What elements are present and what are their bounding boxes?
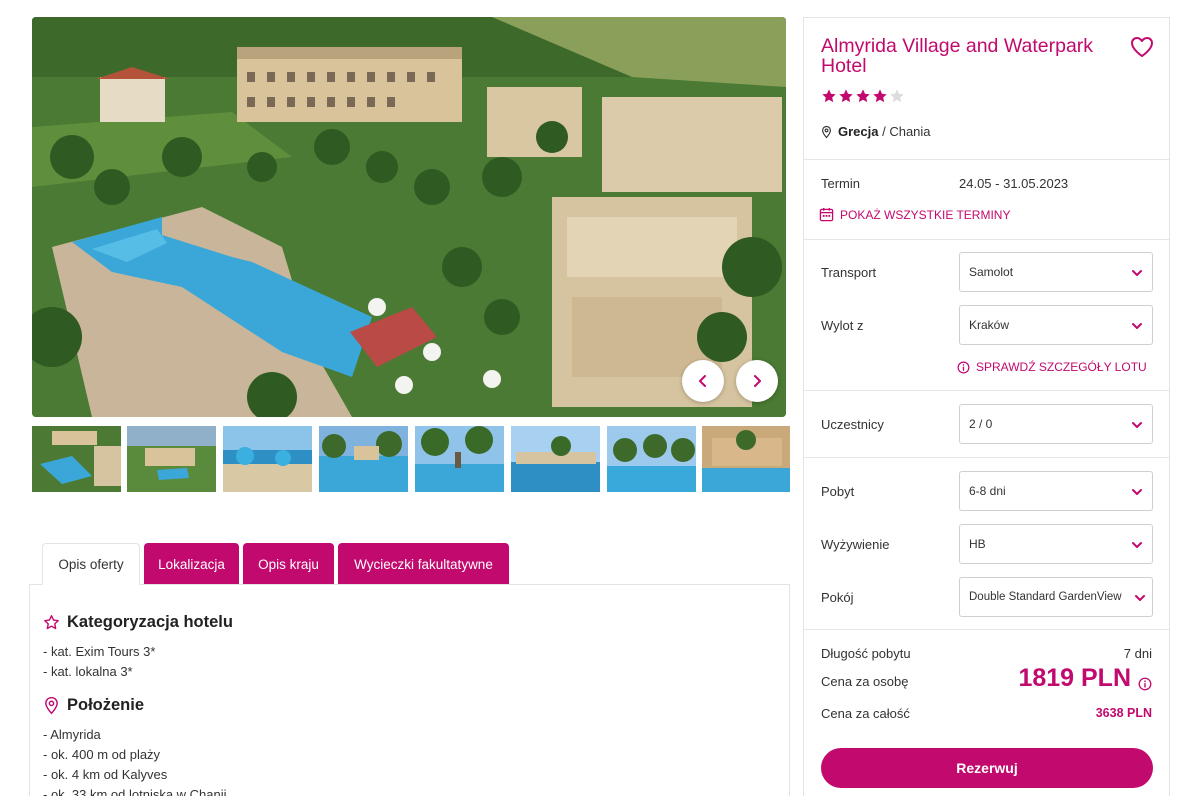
location-separator: / xyxy=(878,124,890,139)
thumbnail-strip xyxy=(32,426,790,492)
hotel-location: Grecja / Chania xyxy=(821,124,931,139)
stay-select[interactable]: 6-8 dni xyxy=(959,471,1153,511)
chevron-down-icon xyxy=(1132,323,1142,329)
thumbnail[interactable] xyxy=(415,426,504,492)
flight-details-link[interactable]: SPRAWDŹ SZCZEGÓŁY LOTU xyxy=(957,360,1147,374)
transport-select[interactable]: Samolot xyxy=(959,252,1153,292)
stay-label: Pobyt xyxy=(821,484,855,499)
star-filled-icon xyxy=(822,89,836,103)
price-per-person-value: 1819 PLN xyxy=(1018,664,1131,692)
board-select[interactable]: HB xyxy=(959,524,1153,564)
thumbnail[interactable] xyxy=(223,426,312,492)
list-item: - ok. 33 km od lotniska w Chanii xyxy=(43,787,227,796)
transport-label: Transport xyxy=(821,265,877,280)
show-all-terms-label: POKAŻ WSZYSTKIE TERMINY xyxy=(840,207,1011,222)
participants-value: 2 / 0 xyxy=(969,417,993,431)
departure-label: Wylot z xyxy=(821,318,864,333)
gallery-prev-button[interactable] xyxy=(682,360,724,402)
calendar-icon xyxy=(819,207,834,222)
tab-offer-description[interactable]: Opis oferty xyxy=(42,543,140,585)
info-icon xyxy=(957,361,970,373)
main-photo[interactable] xyxy=(32,17,786,417)
hotel-rating-stars xyxy=(821,88,905,104)
total-price-value: 3638 PLN xyxy=(1095,706,1152,720)
room-label: Pokój xyxy=(821,590,854,605)
participants-label: Uczestnicy xyxy=(821,417,884,432)
chevron-left-icon xyxy=(699,375,706,387)
gallery-next-button[interactable] xyxy=(736,360,778,402)
thumbnail[interactable] xyxy=(702,426,790,492)
divider xyxy=(804,390,1169,391)
board-value: HB xyxy=(969,537,986,551)
star-empty-icon xyxy=(890,89,904,103)
categorization-title: Kategoryzacja hotelu xyxy=(67,613,233,631)
star-filled-icon xyxy=(873,89,887,103)
thumbnail[interactable] xyxy=(511,426,600,492)
book-button[interactable]: Rezerwuj xyxy=(821,748,1153,788)
tab-location[interactable]: Lokalizacja xyxy=(144,543,239,585)
room-value: Double Standard GardenView xyxy=(969,591,1122,603)
hotel-country: Grecja xyxy=(838,124,879,139)
chevron-right-icon xyxy=(754,375,761,387)
thumbnail[interactable] xyxy=(127,426,216,492)
list-item: - Almyrida xyxy=(43,727,101,742)
flight-details-label: SPRAWDŹ SZCZEGÓŁY LOTU xyxy=(976,360,1147,374)
star-filled-icon xyxy=(856,89,870,103)
list-item: - ok. 400 m od plaży xyxy=(43,747,161,762)
divider xyxy=(804,457,1169,458)
hotel-aerial-photo xyxy=(32,17,786,417)
list-item: - ok. 4 km od Kalyves xyxy=(43,767,168,782)
offer-description-panel: Kategoryzacja hotelu - kat. Exim Tours 3… xyxy=(29,584,790,796)
chevron-down-icon xyxy=(1135,595,1145,601)
term-label: Termin xyxy=(821,176,861,191)
departure-value: Kraków xyxy=(969,318,1010,332)
tab-country-description[interactable]: Opis kraju xyxy=(243,543,334,585)
room-select[interactable]: Double Standard GardenView xyxy=(959,577,1153,617)
map-pin-icon xyxy=(822,125,831,138)
transport-value: Samolot xyxy=(969,265,1014,279)
stay-value: 6-8 dni xyxy=(969,484,1006,498)
favorite-button[interactable] xyxy=(1130,36,1154,63)
list-item: - kat. lokalna 3* xyxy=(43,664,133,679)
stay-length-value: 7 dni xyxy=(1123,646,1152,661)
departure-select[interactable]: Kraków xyxy=(959,305,1153,345)
thumbnail[interactable] xyxy=(607,426,696,492)
term-value: 24.05 - 31.05.2023 xyxy=(959,176,1069,191)
location-heading: Położenie xyxy=(43,696,789,715)
hotel-region: Chania xyxy=(889,124,931,139)
location-title: Położenie xyxy=(67,696,145,714)
map-pin-icon xyxy=(45,696,58,715)
location-list: - Almyrida - ok. 400 m od plaży - ok. 4 … xyxy=(43,725,789,796)
participants-select[interactable]: 2 / 0 xyxy=(959,404,1153,444)
chevron-down-icon xyxy=(1132,489,1142,495)
price-info-icon[interactable] xyxy=(1138,677,1152,691)
heart-outline-icon xyxy=(1131,37,1153,57)
thumbnail[interactable] xyxy=(319,426,408,492)
divider xyxy=(804,239,1169,240)
chevron-down-icon xyxy=(1132,422,1142,428)
price-per-person-label: Cena za osobę xyxy=(821,674,909,689)
hotel-name: Almyrida Village and Waterpark Hotel xyxy=(821,35,1094,77)
star-outline-icon xyxy=(44,615,59,630)
thumbnail[interactable] xyxy=(32,426,121,492)
categorization-heading: Kategoryzacja hotelu xyxy=(43,613,789,632)
divider xyxy=(804,629,1169,630)
show-all-terms-link[interactable]: POKAŻ WSZYSTKIE TERMINY xyxy=(819,207,1010,222)
list-item: - kat. Exim Tours 3* xyxy=(43,644,156,659)
chevron-down-icon xyxy=(1132,542,1142,548)
chevron-down-icon xyxy=(1132,270,1142,276)
star-filled-icon xyxy=(839,89,853,103)
total-price-label: Cena za całość xyxy=(821,706,910,721)
tab-optional-trips[interactable]: Wycieczki fakultatywne xyxy=(338,543,509,585)
booking-sidebar: Almyrida Village and Waterpark Hotel Gre… xyxy=(803,17,1170,796)
stay-length-label: Długość pobytu xyxy=(821,646,911,661)
divider xyxy=(804,159,1169,160)
categorization-list: - kat. Exim Tours 3* - kat. lokalna 3* xyxy=(43,642,789,682)
board-label: Wyżywienie xyxy=(821,537,890,552)
